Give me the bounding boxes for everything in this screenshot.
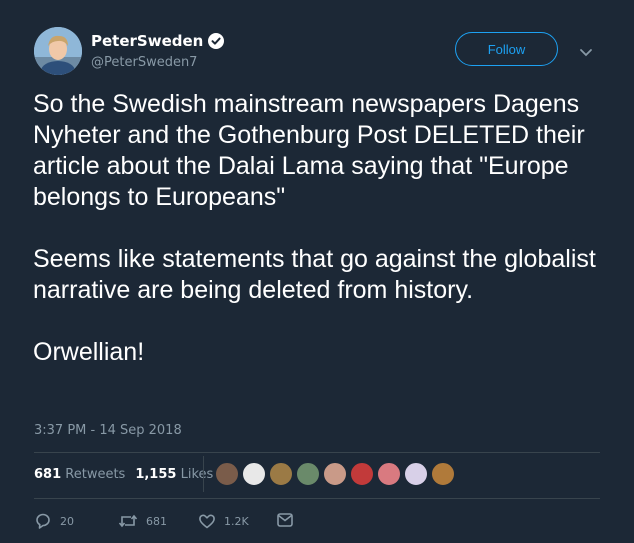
liker-avatar[interactable] bbox=[404, 462, 428, 486]
retweets-label: Retweets bbox=[65, 467, 126, 482]
follow-button[interactable]: Follow bbox=[455, 32, 558, 66]
liker-avatar[interactable] bbox=[242, 462, 266, 486]
tweet-text: So the Swedish mainstream newspapers Dag… bbox=[33, 89, 613, 368]
chevron-down-icon[interactable] bbox=[579, 43, 593, 57]
like-count: 1.2K bbox=[224, 514, 249, 528]
liker-avatar[interactable] bbox=[377, 462, 401, 486]
retweet-count: 681 bbox=[146, 514, 167, 528]
heart-icon bbox=[198, 512, 216, 530]
stats-separator bbox=[203, 456, 204, 492]
retweet-button[interactable]: 681 bbox=[118, 512, 167, 530]
display-name[interactable]: PeterSweden bbox=[91, 32, 225, 50]
liker-avatar[interactable] bbox=[269, 462, 293, 486]
message-icon bbox=[276, 512, 294, 528]
tweet-paragraph: Seems like statements that go against th… bbox=[33, 245, 596, 304]
divider bbox=[34, 498, 600, 499]
liker-avatar[interactable] bbox=[323, 462, 347, 486]
like-button[interactable]: 1.2K bbox=[198, 512, 249, 530]
likes-stat[interactable]: 1,155 Likes bbox=[135, 467, 213, 482]
reply-button[interactable]: 20 bbox=[34, 512, 74, 530]
engagement-stats: 681 Retweets 1,155 Likes bbox=[34, 467, 213, 482]
user-handle[interactable]: @PeterSweden7 bbox=[91, 55, 197, 70]
liker-avatar[interactable] bbox=[215, 462, 239, 486]
liker-avatar[interactable] bbox=[350, 462, 374, 486]
tweet-actions: 20 681 1.2K bbox=[34, 512, 434, 532]
direct-message-button[interactable] bbox=[276, 512, 294, 528]
display-name-text: PeterSweden bbox=[91, 32, 204, 50]
likes-count: 1,155 bbox=[135, 467, 177, 482]
retweets-stat[interactable]: 681 Retweets bbox=[34, 467, 125, 482]
reply-count: 20 bbox=[60, 514, 74, 528]
tweet-paragraph: Orwellian! bbox=[33, 338, 145, 366]
retweets-count: 681 bbox=[34, 467, 62, 482]
likes-label: Likes bbox=[180, 467, 214, 482]
liker-avatar[interactable] bbox=[431, 462, 455, 486]
liker-avatars bbox=[215, 462, 455, 486]
tweet-paragraph: So the Swedish mainstream newspapers Dag… bbox=[33, 90, 585, 211]
retweet-icon bbox=[118, 512, 138, 530]
reply-icon bbox=[34, 512, 52, 530]
liker-avatar[interactable] bbox=[296, 462, 320, 486]
tweet-card: PeterSweden @PeterSweden7 Follow So the … bbox=[0, 0, 634, 543]
verified-badge-icon bbox=[208, 33, 225, 49]
divider bbox=[34, 452, 600, 453]
tweet-timestamp[interactable]: 3:37 PM - 14 Sep 2018 bbox=[34, 423, 182, 438]
avatar[interactable] bbox=[34, 27, 82, 75]
